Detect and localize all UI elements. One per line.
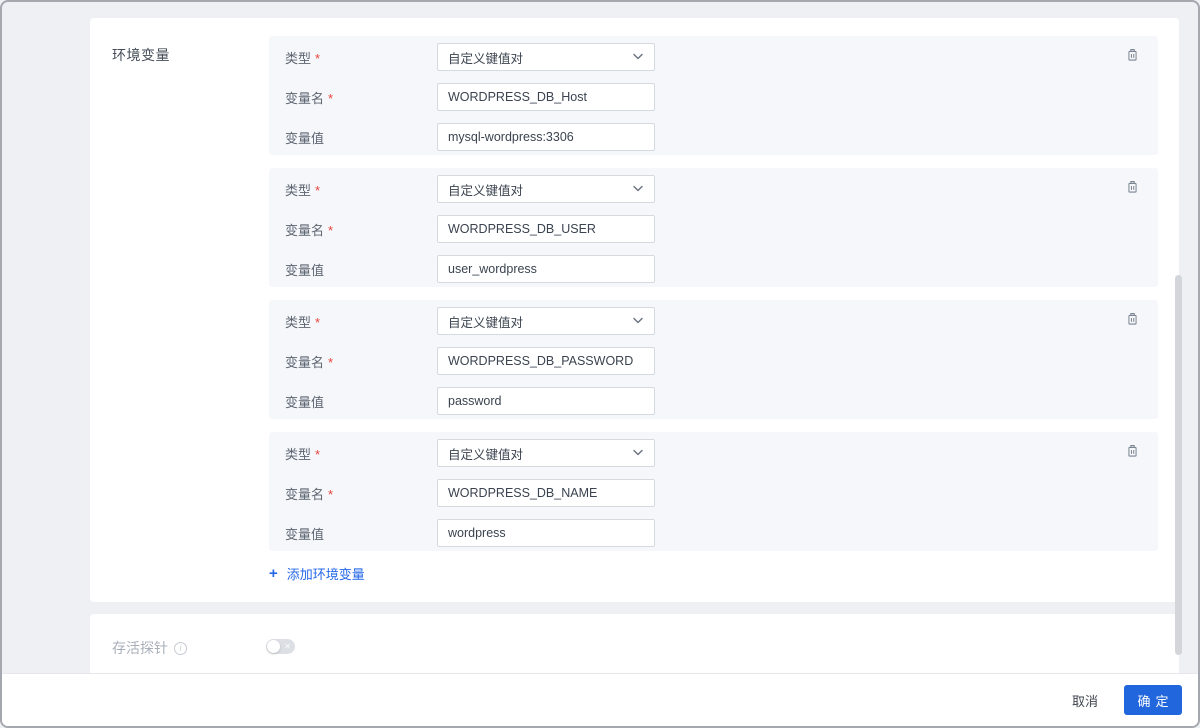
env-section-title: 环境变量	[112, 47, 170, 63]
env-variable-group: 类型 * 自定义键值对	[269, 300, 1158, 419]
type-row: 类型 * 自定义键值对	[285, 439, 1142, 467]
delete-variable-button[interactable]	[1124, 47, 1140, 68]
env-variable-group: 类型 * 自定义键值对	[269, 36, 1158, 155]
variable-value-input[interactable]	[437, 123, 655, 151]
trash-icon	[1125, 47, 1140, 68]
type-select[interactable]: 自定义键值对	[437, 307, 655, 335]
cancel-button[interactable]: 取消	[1072, 691, 1098, 710]
type-select[interactable]: 自定义键值对	[437, 43, 655, 71]
add-env-variable-button[interactable]: + 添加环境变量	[269, 564, 365, 583]
add-env-variable-label: 添加环境变量	[286, 567, 365, 582]
env-variable-list: 类型 * 自定义键值对 变量名 * WORDPRESS_DB_Host 变量值 …	[269, 36, 1158, 583]
variable-name-label: 变量名 *	[285, 90, 334, 106]
type-select[interactable]: 自定义键值对	[437, 175, 655, 203]
type-select-value: 自定义键值对	[448, 315, 524, 330]
scrollbar-thumb[interactable]	[1175, 275, 1182, 655]
delete-variable-button[interactable]	[1124, 179, 1140, 200]
type-select[interactable]: 自定义键值对	[437, 439, 655, 467]
name-row: 变量名 *	[285, 83, 1142, 111]
toggle-knob	[267, 640, 280, 653]
required-asterisk: *	[315, 446, 321, 462]
env-variables-card: 环境变量 类型 * 自定义键值对 变量名 * WORDPRESS_DB_Host…	[90, 18, 1179, 602]
variable-name-input[interactable]	[437, 347, 655, 375]
trash-icon	[1125, 443, 1140, 464]
name-row: 变量名 *	[285, 215, 1142, 243]
variable-name-label: 变量名 *	[285, 222, 334, 238]
variable-value-input[interactable]	[437, 519, 655, 547]
name-row: 变量名 *	[285, 479, 1142, 507]
delete-variable-button[interactable]	[1124, 443, 1140, 464]
probe-section-title-row: 存活探针	[112, 638, 187, 658]
type-select-value: 自定义键值对	[448, 447, 524, 462]
liveness-probe-toggle[interactable]	[266, 639, 295, 654]
variable-name-label: 变量名 *	[285, 354, 334, 370]
type-label: 类型 *	[285, 182, 321, 198]
trash-icon	[1125, 311, 1140, 332]
type-row: 类型 * 自定义键值对	[285, 307, 1142, 335]
delete-variable-button[interactable]	[1124, 311, 1140, 332]
variable-value-input[interactable]	[437, 255, 655, 283]
variable-name-label: 变量名 *	[285, 486, 334, 502]
trash-icon	[1125, 179, 1140, 200]
env-variable-group: 类型 * 自定义键值对	[269, 168, 1158, 287]
toggle-off-x-icon	[284, 642, 291, 651]
required-asterisk: *	[315, 314, 321, 330]
plus-icon: +	[269, 565, 278, 582]
variable-name-input[interactable]	[437, 83, 655, 111]
type-label: 类型 *	[285, 446, 321, 462]
required-asterisk: *	[328, 222, 334, 238]
type-select-value: 自定义键值对	[448, 51, 524, 66]
type-select-value: 自定义键值对	[448, 183, 524, 198]
chevron-down-icon	[632, 446, 644, 460]
chevron-down-icon	[632, 50, 644, 64]
required-asterisk: *	[315, 182, 321, 198]
value-row: 变量值	[285, 387, 1142, 415]
type-label: 类型 *	[285, 314, 321, 330]
chevron-down-icon	[632, 182, 644, 196]
value-row: 变量值	[285, 255, 1142, 283]
required-asterisk: *	[328, 354, 334, 370]
variable-value-label: 变量值	[285, 526, 325, 542]
variable-name-input[interactable]	[437, 479, 655, 507]
variable-value-label: 变量值	[285, 262, 325, 278]
value-row: 变量值	[285, 123, 1142, 151]
footer-bar: 取消 确定	[2, 673, 1198, 726]
info-icon	[174, 641, 187, 655]
probe-section-title: 存活探针	[112, 640, 168, 656]
required-asterisk: *	[328, 90, 334, 106]
variable-name-input[interactable]	[437, 215, 655, 243]
value-row: 变量值	[285, 519, 1142, 547]
type-row: 类型 * 自定义键值对	[285, 175, 1142, 203]
variable-value-label: 变量值	[285, 394, 325, 410]
type-row: 类型 * 自定义键值对	[285, 43, 1142, 71]
liveness-probe-card: 存活探针	[90, 614, 1179, 677]
variable-value-label: 变量值	[285, 130, 325, 146]
required-asterisk: *	[328, 486, 334, 502]
variable-value-input[interactable]	[437, 387, 655, 415]
type-label: 类型 *	[285, 50, 321, 66]
required-asterisk: *	[315, 50, 321, 66]
name-row: 变量名 *	[285, 347, 1142, 375]
env-variable-group: 类型 * 自定义键值对	[269, 432, 1158, 551]
confirm-button[interactable]: 确定	[1124, 685, 1182, 715]
chevron-down-icon	[632, 314, 644, 328]
